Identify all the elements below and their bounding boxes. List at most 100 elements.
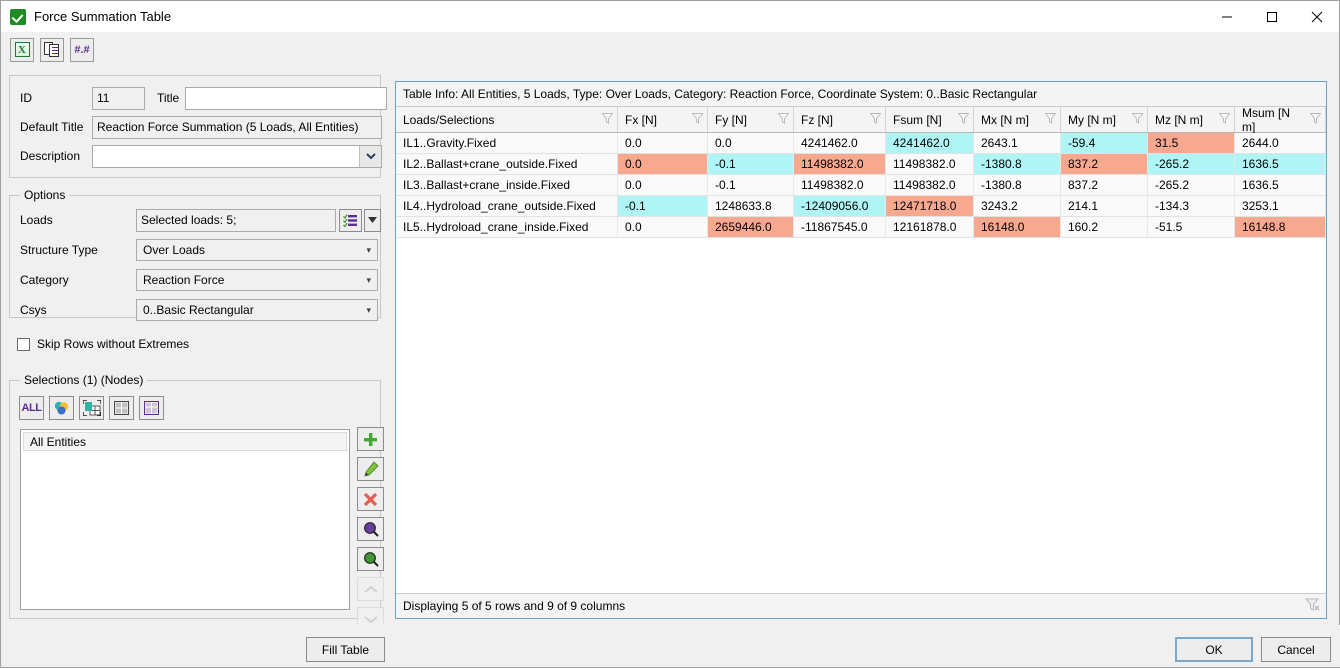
table-cell[interactable]: -59.4: [1061, 133, 1148, 153]
select-entities-button[interactable]: [49, 396, 74, 420]
column-header-fz-n-[interactable]: Fz [N]: [794, 107, 886, 132]
table-cell[interactable]: 0.0: [618, 133, 708, 153]
column-header-mx-n-m-[interactable]: Mx [N m]: [974, 107, 1061, 132]
edit-selection-button[interactable]: [357, 457, 384, 481]
select-loads-button[interactable]: [339, 209, 362, 232]
fill-table-button[interactable]: Fill Table: [306, 637, 385, 662]
filter-funnel-icon[interactable]: [1219, 112, 1230, 127]
column-header-loads-selections[interactable]: Loads/Selections: [396, 107, 618, 132]
table-cell[interactable]: 837.2: [1061, 154, 1148, 174]
table-cell[interactable]: 16148.0: [974, 217, 1061, 237]
title-input[interactable]: [185, 87, 387, 110]
table-cell[interactable]: 11498382.0: [886, 154, 974, 174]
table-cell[interactable]: -12409056.0: [794, 196, 886, 216]
table-cell[interactable]: 0.0: [618, 175, 708, 195]
filter-funnel-icon[interactable]: [958, 112, 969, 127]
table-cell[interactable]: -51.5: [1148, 217, 1235, 237]
skip-rows-checkbox[interactable]: [17, 338, 30, 351]
table-cell[interactable]: -0.1: [618, 196, 708, 216]
table-cell[interactable]: 0.0: [618, 154, 708, 174]
table-row[interactable]: IL5..Hydroload_crane_inside.Fixed0.02659…: [396, 217, 1326, 238]
filter-funnel-icon[interactable]: [1045, 112, 1056, 127]
select-region-button[interactable]: [79, 396, 104, 420]
table-cell[interactable]: -134.3: [1148, 196, 1235, 216]
table-cell[interactable]: 3243.2: [974, 196, 1061, 216]
number-format-button[interactable]: #.#: [70, 38, 94, 62]
select-table-button[interactable]: [139, 396, 164, 420]
minimize-icon[interactable]: [1204, 1, 1249, 32]
table-row[interactable]: IL2..Ballast+crane_outside.Fixed0.0-0.11…: [396, 154, 1326, 175]
table-cell[interactable]: -1380.8: [974, 175, 1061, 195]
selections-list[interactable]: All Entities: [20, 429, 350, 610]
maximize-icon[interactable]: [1249, 1, 1294, 32]
table-cell[interactable]: 31.5: [1148, 133, 1235, 153]
description-combo[interactable]: [92, 145, 382, 168]
skip-rows-checkbox-row[interactable]: Skip Rows without Extremes: [17, 337, 189, 351]
table-cell[interactable]: IL1..Gravity.Fixed: [396, 133, 618, 153]
column-header-my-n-m-[interactable]: My [N m]: [1061, 107, 1148, 132]
chevron-down-icon[interactable]: [359, 146, 381, 167]
table-cell[interactable]: 1636.5: [1235, 175, 1326, 195]
table-cell[interactable]: 1248633.8: [708, 196, 794, 216]
list-item[interactable]: All Entities: [23, 432, 347, 451]
delete-selection-button[interactable]: [357, 487, 384, 511]
close-icon[interactable]: [1294, 1, 1339, 32]
table-cell[interactable]: IL4..Hydroload_crane_outside.Fixed: [396, 196, 618, 216]
filter-funnel-icon[interactable]: [1310, 112, 1321, 127]
table-cell[interactable]: -11867545.0: [794, 217, 886, 237]
table-cell[interactable]: -265.2: [1148, 175, 1235, 195]
ok-button[interactable]: OK: [1175, 637, 1253, 662]
column-header-fx-n-[interactable]: Fx [N]: [618, 107, 708, 132]
filter-funnel-icon[interactable]: [870, 112, 881, 127]
table-cell[interactable]: 4241462.0: [886, 133, 974, 153]
table-cell[interactable]: 837.2: [1061, 175, 1148, 195]
table-cell[interactable]: -0.1: [708, 154, 794, 174]
structure-type-combo[interactable]: Over Loads ▾: [136, 239, 378, 261]
cancel-button[interactable]: Cancel: [1261, 637, 1331, 662]
csys-combo[interactable]: 0..Basic Rectangular ▾: [136, 299, 378, 321]
category-combo[interactable]: Reaction Force ▾: [136, 269, 378, 291]
table-cell[interactable]: 1636.5: [1235, 154, 1326, 174]
table-cell[interactable]: 160.2: [1061, 217, 1148, 237]
table-cell[interactable]: 11498382.0: [794, 175, 886, 195]
loads-field[interactable]: Selected loads: 5;: [136, 209, 336, 232]
zoom-selection-button[interactable]: [357, 547, 384, 571]
table-cell[interactable]: 12161878.0: [886, 217, 974, 237]
copy-table-button[interactable]: [40, 38, 64, 62]
column-header-msum-n-m-[interactable]: Msum [N m]: [1235, 107, 1326, 132]
table-cell[interactable]: 4241462.0: [794, 133, 886, 153]
move-up-button[interactable]: [357, 577, 384, 601]
table-cell[interactable]: 16148.8: [1235, 217, 1326, 237]
table-cell[interactable]: IL3..Ballast+crane_inside.Fixed: [396, 175, 618, 195]
table-cell[interactable]: 2643.1: [974, 133, 1061, 153]
table-cell[interactable]: -0.1: [708, 175, 794, 195]
filter-funnel-icon[interactable]: [602, 112, 613, 127]
table-cell[interactable]: 2644.0: [1235, 133, 1326, 153]
clear-filter-icon[interactable]: [1305, 597, 1320, 615]
id-field[interactable]: 11: [92, 87, 145, 110]
filter-funnel-icon[interactable]: [778, 112, 789, 127]
table-cell[interactable]: 214.1: [1061, 196, 1148, 216]
select-grid-button[interactable]: [109, 396, 134, 420]
table-cell[interactable]: -1380.8: [974, 154, 1061, 174]
column-header-fy-n-[interactable]: Fy [N]: [708, 107, 794, 132]
table-cell[interactable]: 3253.1: [1235, 196, 1326, 216]
filter-funnel-icon[interactable]: [692, 112, 703, 127]
select-all-button[interactable]: ALL: [19, 396, 44, 420]
column-header-mz-n-m-[interactable]: Mz [N m]: [1148, 107, 1235, 132]
table-cell[interactable]: 0.0: [708, 133, 794, 153]
table-cell[interactable]: IL5..Hydroload_crane_inside.Fixed: [396, 217, 618, 237]
loads-dropdown-button[interactable]: [364, 209, 381, 232]
column-header-fsum-n-[interactable]: Fsum [N]: [886, 107, 974, 132]
table-row[interactable]: IL1..Gravity.Fixed0.00.04241462.04241462…: [396, 133, 1326, 154]
table-row[interactable]: IL4..Hydroload_crane_outside.Fixed-0.112…: [396, 196, 1326, 217]
table-cell[interactable]: 0.0: [618, 217, 708, 237]
table-cell[interactable]: 11498382.0: [794, 154, 886, 174]
filter-funnel-icon[interactable]: [1132, 112, 1143, 127]
table-cell[interactable]: IL2..Ballast+crane_outside.Fixed: [396, 154, 618, 174]
table-cell[interactable]: -265.2: [1148, 154, 1235, 174]
export-excel-button[interactable]: X: [10, 38, 34, 62]
table-cell[interactable]: 2659446.0: [708, 217, 794, 237]
table-cell[interactable]: 12471718.0: [886, 196, 974, 216]
table-row[interactable]: IL3..Ballast+crane_inside.Fixed0.0-0.111…: [396, 175, 1326, 196]
